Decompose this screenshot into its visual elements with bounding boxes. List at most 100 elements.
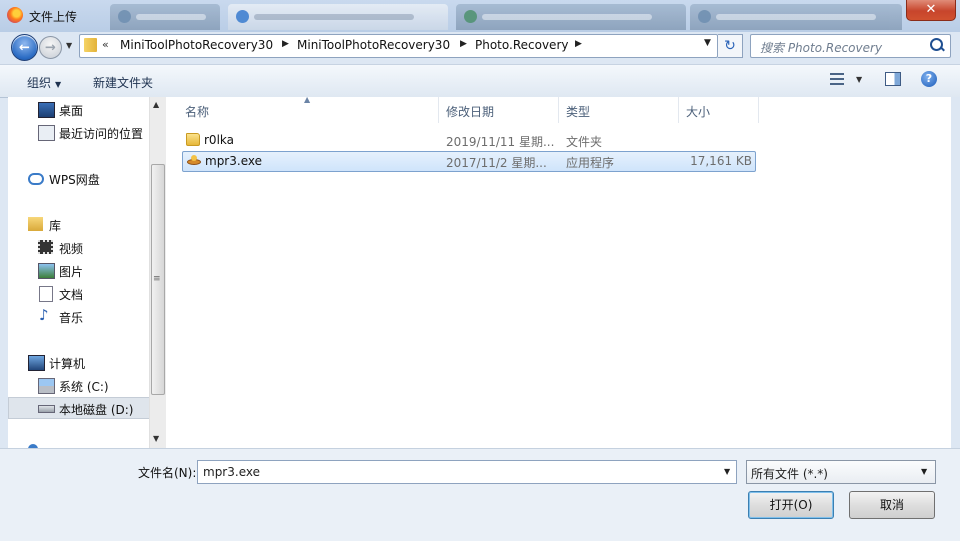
file-row[interactable]: r0lka 2019/11/11 星期... 文件夹 bbox=[182, 131, 754, 150]
nav-item-music[interactable]: ♪ 音乐 bbox=[8, 306, 156, 326]
forward-button[interactable]: → bbox=[39, 36, 62, 59]
column-header-size[interactable]: 大小 bbox=[679, 97, 759, 123]
filename-input[interactable]: mpr3.exe bbox=[197, 460, 737, 484]
filename-value: mpr3.exe bbox=[203, 465, 260, 479]
search-input[interactable]: 搜索 Photo.Recovery bbox=[750, 34, 951, 58]
navigation-pane: 桌面 最近访问的位置 WPS网盘 库 视频 图片 文档 ♪ 音乐 计算机 系统 … bbox=[8, 97, 165, 448]
nav-label: 图片 bbox=[59, 265, 84, 279]
chevron-right-icon[interactable]: ▶ bbox=[460, 39, 467, 49]
nav-item-wps-cloud[interactable]: WPS网盘 bbox=[8, 168, 156, 188]
column-label: 修改日期 bbox=[446, 105, 495, 119]
recent-places-icon bbox=[38, 125, 55, 141]
background-tab bbox=[228, 4, 448, 30]
folder-icon bbox=[186, 133, 200, 146]
column-header-date[interactable]: 修改日期 bbox=[439, 97, 559, 123]
column-header-type[interactable]: 类型 bbox=[559, 97, 679, 123]
picture-icon bbox=[38, 263, 55, 279]
nav-item-system-drive[interactable]: 系统 (C:) bbox=[8, 375, 156, 395]
music-icon: ♪ bbox=[39, 306, 49, 324]
title-bar: 文件上传 ✕ bbox=[0, 0, 960, 32]
file-size: 17,161 KB bbox=[690, 154, 752, 168]
organize-label: 组织 bbox=[27, 76, 52, 90]
cancel-button[interactable]: 取消 bbox=[849, 491, 935, 519]
nav-item-recent[interactable]: 最近访问的位置 bbox=[8, 122, 156, 142]
background-tab bbox=[690, 4, 902, 30]
nav-label: 桌面 bbox=[59, 104, 84, 118]
open-button[interactable]: 打开(O) bbox=[748, 491, 834, 519]
address-dropdown[interactable]: ▼ bbox=[704, 38, 711, 48]
filename-label: 文件名(N): bbox=[138, 466, 197, 480]
column-label: 大小 bbox=[686, 105, 711, 119]
close-button[interactable]: ✕ bbox=[906, 0, 956, 21]
breadcrumb-overflow[interactable]: « bbox=[102, 38, 109, 51]
column-label: 类型 bbox=[566, 105, 591, 119]
nav-label: 库 bbox=[49, 219, 62, 233]
arrow-right-icon: → bbox=[45, 40, 56, 55]
firefox-icon bbox=[7, 7, 23, 23]
file-name: r0lka bbox=[204, 133, 234, 147]
filename-dropdown[interactable]: ▼ bbox=[724, 467, 730, 476]
help-icon[interactable]: ? bbox=[921, 71, 937, 87]
computer-icon bbox=[28, 355, 45, 371]
nav-label: 文档 bbox=[59, 288, 84, 302]
command-bar: 组织 ▼ 新建文件夹 bbox=[0, 64, 960, 98]
file-type: 文件夹 bbox=[566, 135, 603, 149]
folder-icon bbox=[84, 38, 97, 52]
nav-scrollbar[interactable]: ▲ ≡ ▼ bbox=[149, 97, 166, 448]
caret-down-icon: ▼ bbox=[921, 467, 928, 476]
search-icon[interactable] bbox=[930, 38, 943, 51]
view-options-dropdown[interactable]: ▼ bbox=[856, 75, 862, 84]
chevron-right-icon[interactable]: ▶ bbox=[282, 39, 289, 49]
file-name: mpr3.exe bbox=[205, 154, 262, 168]
scroll-up-icon[interactable]: ▲ bbox=[153, 100, 159, 109]
window-border bbox=[951, 97, 960, 448]
breadcrumb-item[interactable]: MiniToolPhotoRecovery30 bbox=[120, 38, 273, 52]
nav-item-pictures[interactable]: 图片 bbox=[8, 260, 156, 280]
library-icon bbox=[28, 217, 43, 231]
change-view-icon[interactable] bbox=[830, 73, 844, 85]
nav-item-documents[interactable]: 文档 bbox=[8, 283, 156, 303]
local-drive-icon bbox=[38, 405, 55, 413]
background-tab bbox=[110, 4, 220, 30]
nav-item-videos[interactable]: 视频 bbox=[8, 237, 156, 257]
search-placeholder: 搜索 Photo.Recovery bbox=[760, 41, 883, 55]
new-folder-button[interactable]: 新建文件夹 bbox=[93, 74, 153, 91]
arrow-left-icon: ← bbox=[19, 40, 30, 55]
nav-item-libraries[interactable]: 库 bbox=[8, 214, 156, 234]
grip-icon: ≡ bbox=[153, 274, 161, 284]
nav-item-computer[interactable]: 计算机 bbox=[8, 352, 156, 372]
filetype-value: 所有文件 (*.*) bbox=[751, 467, 828, 481]
file-type: 应用程序 bbox=[566, 156, 615, 170]
file-date: 2019/11/11 星期... bbox=[446, 135, 555, 149]
organize-button[interactable]: 组织 ▼ bbox=[27, 74, 61, 91]
chevron-right-icon[interactable]: ▶ bbox=[575, 39, 582, 49]
scroll-down-icon[interactable]: ▼ bbox=[153, 434, 159, 443]
nav-label: WPS网盘 bbox=[49, 173, 100, 187]
nav-label: 本地磁盘 (D:) bbox=[59, 403, 134, 417]
video-icon bbox=[38, 240, 53, 254]
nav-item-local-drive[interactable]: 本地磁盘 (D:) bbox=[8, 397, 158, 419]
nav-label: 视频 bbox=[59, 242, 84, 256]
preview-pane-icon[interactable] bbox=[885, 72, 901, 86]
nav-label: 最近访问的位置 bbox=[59, 127, 144, 141]
refresh-button[interactable]: ↻ bbox=[718, 34, 743, 58]
filetype-select[interactable]: 所有文件 (*.*) ▼ bbox=[746, 460, 936, 484]
caret-down-icon: ▼ bbox=[55, 80, 62, 89]
recent-pages-dropdown[interactable]: ▼ bbox=[66, 41, 72, 50]
document-icon bbox=[39, 286, 53, 302]
breadcrumb-item[interactable]: Photo.Recovery bbox=[475, 38, 568, 52]
file-date: 2017/11/2 星期... bbox=[446, 156, 547, 170]
nav-label: 计算机 bbox=[49, 357, 86, 371]
back-button[interactable]: ← bbox=[11, 34, 38, 61]
breadcrumb-item[interactable]: MiniToolPhotoRecovery30 bbox=[297, 38, 450, 52]
nav-item-desktop[interactable]: 桌面 bbox=[8, 99, 156, 119]
system-drive-icon bbox=[38, 378, 55, 394]
nav-item-network[interactable] bbox=[8, 441, 156, 448]
address-bar[interactable]: « MiniToolPhotoRecovery30 ▶ MiniToolPhot… bbox=[79, 34, 718, 58]
file-list: 名称 修改日期 类型 大小 r0lka 2019/11/11 星期... 文件夹… bbox=[166, 97, 951, 448]
file-row[interactable]: mpr3.exe 2017/11/2 星期... 应用程序 17,161 KB bbox=[182, 151, 756, 172]
window-title: 文件上传 bbox=[29, 10, 78, 24]
column-label: 名称 bbox=[185, 105, 210, 119]
cloud-icon bbox=[28, 173, 44, 185]
desktop-icon bbox=[38, 102, 55, 118]
